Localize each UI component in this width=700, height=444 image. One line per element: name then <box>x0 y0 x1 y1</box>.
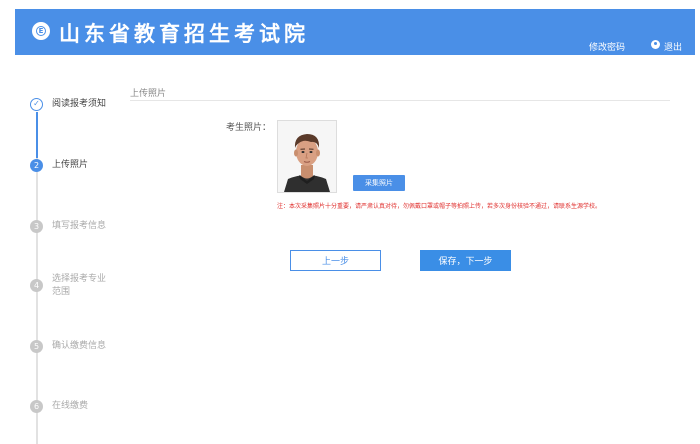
site-title: 山东省教育招生考试院 <box>59 21 309 46</box>
step-label: 阅读报考须知 <box>52 99 107 109</box>
step-label: 确认缴费信息 <box>52 341 107 351</box>
header-bar: E 山东省教育招生考试院 修改密码 退出 <box>15 9 695 55</box>
logo-letter: E <box>36 26 46 36</box>
step-label: 选择报考专业范围 <box>52 274 107 297</box>
save-next-button[interactable]: 保存，下一步 <box>420 250 511 271</box>
logo-icon: E <box>32 22 50 40</box>
capture-photo-button[interactable]: 采集照片 <box>353 175 405 191</box>
step-label: 填写报考信息 <box>52 221 107 231</box>
avatar-photo-icon <box>278 121 336 192</box>
step-number: 5 <box>30 340 43 353</box>
check-icon: ✓ <box>30 98 43 111</box>
step-number: 2 <box>30 159 43 172</box>
user-icon <box>651 40 660 49</box>
section-divider <box>130 100 670 101</box>
photo-warning-note: 注：本次采集照片十分重要，请严肃认真对待，勿佩戴口罩或帽子等拍照上传，若多次身份… <box>277 203 602 210</box>
step-label: 上传照片 <box>52 160 89 170</box>
section-title: 上传照片 <box>130 89 167 99</box>
step-number: 3 <box>30 220 43 233</box>
photo-label: 考生照片： <box>226 123 272 133</box>
steps-track-progress <box>36 112 38 158</box>
change-password-link[interactable]: 修改密码 <box>589 40 625 53</box>
previous-step-button[interactable]: 上一步 <box>290 250 381 271</box>
logout-link[interactable]: 退出 <box>664 40 682 53</box>
step-number: 6 <box>30 400 43 413</box>
step-label: 在线缴费 <box>52 401 89 411</box>
candidate-photo <box>277 120 337 193</box>
step-number: 4 <box>30 279 43 292</box>
